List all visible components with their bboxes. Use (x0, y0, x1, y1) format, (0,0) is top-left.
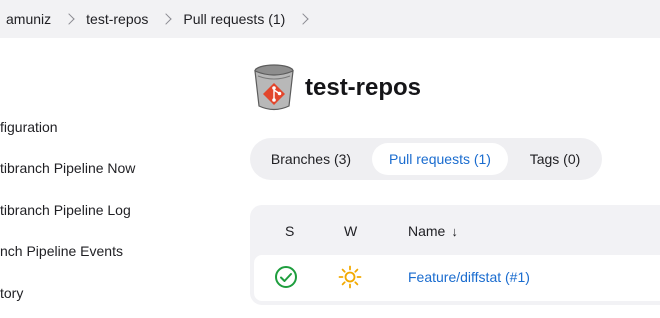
breadcrumb-item-user[interactable]: amuniz (6, 11, 51, 27)
column-header-status[interactable]: S (285, 223, 294, 239)
chevron-right-icon[interactable] (297, 13, 309, 25)
sidebar-item-scan-pipeline-now[interactable]: tibranch Pipeline Now (0, 160, 135, 176)
sidebar-item-history[interactable]: tory (0, 285, 23, 301)
table-row: Feature/diffstat (#1) (254, 255, 660, 301)
breadcrumb: amuniz test-repos Pull requests (1) (0, 0, 660, 38)
sort-down-arrow-icon: ↓ (451, 224, 458, 239)
git-repo-bucket-icon (254, 64, 294, 111)
column-header-name[interactable]: Name ↓ (408, 223, 458, 239)
column-header-weather[interactable]: W (344, 223, 357, 239)
project-header: test-repos (253, 64, 421, 112)
chevron-right-icon (63, 13, 75, 25)
tab-tags[interactable]: Tags (0) (516, 143, 594, 175)
pull-requests-table: S W Name ↓ Feature/diffstat (#1) (250, 205, 660, 305)
sidebar-item-pipeline-events[interactable]: nch Pipeline Events (0, 243, 123, 259)
breadcrumb-item-pull-requests[interactable]: Pull requests (1) (183, 11, 285, 27)
pull-request-link[interactable]: Feature/diffstat (#1) (408, 269, 530, 285)
tab-bar: Branches (3) Pull requests (1) Tags (0) (250, 138, 602, 180)
sidebar-item-scan-pipeline-log[interactable]: tibranch Pipeline Log (0, 202, 131, 218)
tab-pull-requests[interactable]: Pull requests (1) (372, 143, 508, 175)
sidebar: figuration tibranch Pipeline Now tibranc… (0, 38, 230, 318)
sidebar-item-configuration[interactable]: figuration (0, 119, 58, 135)
sunny-icon (338, 265, 362, 289)
tab-branches[interactable]: Branches (3) (260, 143, 362, 175)
column-header-name-label: Name (408, 223, 446, 239)
breadcrumb-item-project[interactable]: test-repos (86, 11, 148, 27)
chevron-right-icon (160, 13, 173, 25)
success-check-icon (275, 266, 297, 288)
page-title: test-repos (305, 74, 422, 101)
